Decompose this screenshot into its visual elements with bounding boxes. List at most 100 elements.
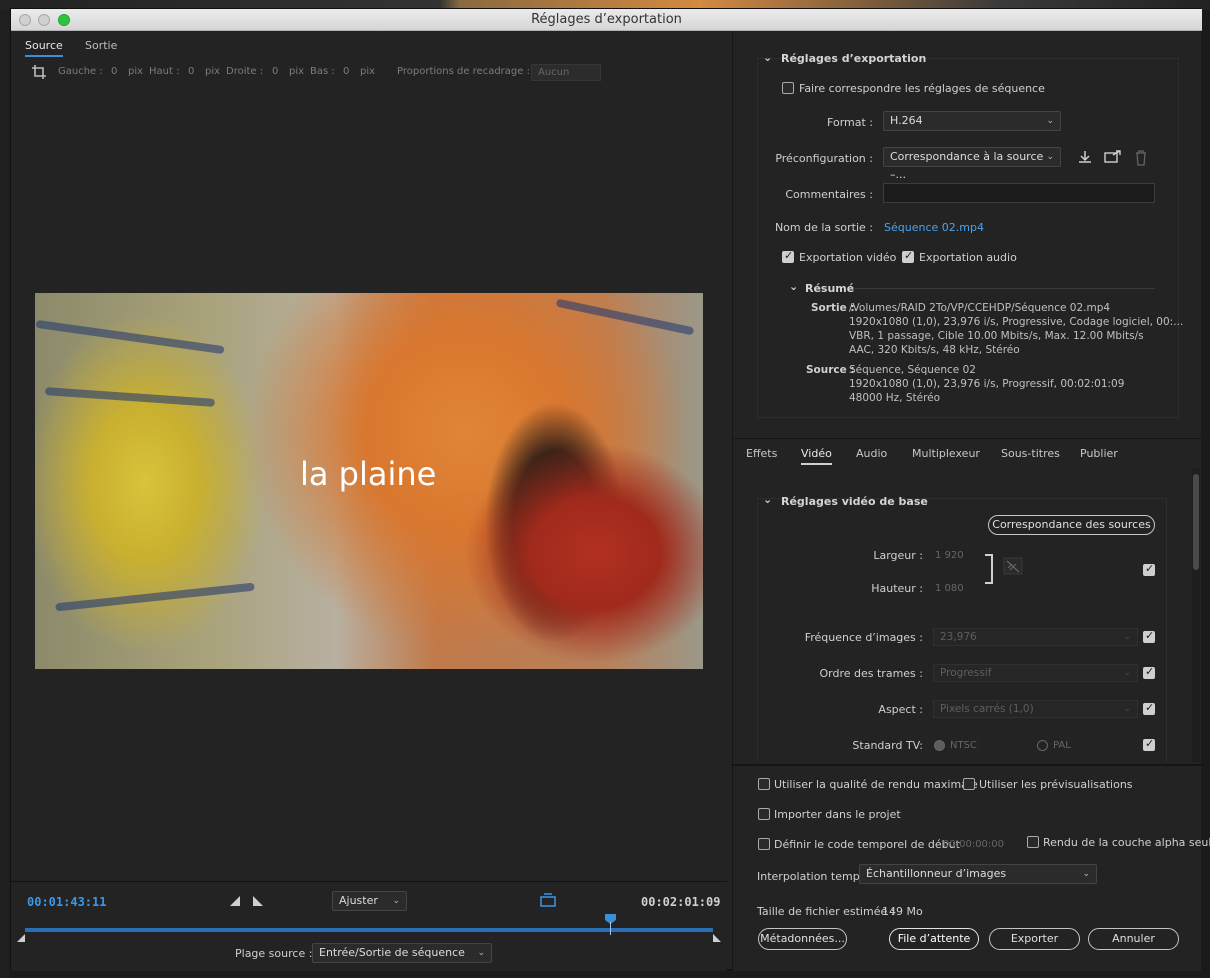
summary-output-line: AAC, 320 Kbits/s, 48 kHz, Stéréo (849, 344, 1020, 356)
start-timecode-value[interactable]: 00:00:00:00 (943, 839, 1004, 850)
chevron-down-icon[interactable]: ⌄ (763, 51, 772, 64)
format-select[interactable]: H.264 ⌄ (883, 111, 1061, 131)
settings-scrollbar[interactable] (1192, 468, 1200, 762)
import-project-checkbox[interactable] (758, 808, 770, 820)
preset-select[interactable]: Correspondance à la source –... ⌄ (883, 147, 1061, 181)
crop-icon[interactable] (31, 64, 47, 80)
tab-video[interactable]: Vidéo (801, 447, 832, 465)
mark-out-icon[interactable] (252, 895, 264, 907)
dimension-link-bracket (985, 554, 993, 584)
preview-blur-streak (35, 319, 225, 355)
crop-bottom-label: Bas : (310, 66, 335, 77)
cancel-button[interactable]: Annuler (1088, 928, 1179, 950)
frame-rate-label: Fréquence d’images : (804, 631, 923, 644)
export-button[interactable]: Exporter (989, 928, 1080, 950)
mark-in-icon[interactable] (229, 895, 241, 907)
crop-right-value[interactable]: 0 (272, 66, 278, 77)
field-order-value: Progressif (940, 667, 992, 679)
export-audio-checkbox[interactable] (902, 249, 914, 263)
safe-margins-icon[interactable] (539, 893, 557, 909)
source-range-label: Plage source : (235, 947, 313, 960)
export-settings-window: Réglages d’exportation Source Sortie Gau… (10, 8, 1210, 971)
match-sequence-checkbox[interactable] (782, 82, 794, 94)
preview-title-text: la plaine (300, 455, 437, 493)
output-name-link[interactable]: Séquence 02.mp4 (884, 221, 984, 234)
out-point-marker-icon[interactable] (712, 933, 722, 943)
file-size-value: 149 Mo (882, 905, 923, 918)
file-size-label: Taille de fichier estimée : (757, 905, 895, 918)
minimize-window-button[interactable] (38, 14, 50, 26)
time-interpolation-select[interactable]: Échantillonneur d’images ⌄ (859, 864, 1097, 884)
summary-source-text: Séquence, Séquence 02 1920x1080 (1,0), 2… (849, 363, 1124, 405)
summary-source-line: Séquence, Séquence 02 (849, 364, 976, 376)
timecode-in[interactable]: 00:01:43:11 (27, 895, 106, 909)
crop-unit: pix (128, 66, 144, 77)
crop-right-label: Droite : (226, 66, 264, 77)
export-video-label: Exportation vidéo (799, 251, 897, 264)
start-timecode-checkbox[interactable] (758, 838, 770, 850)
save-preset-icon[interactable] (1077, 150, 1093, 164)
close-window-button[interactable] (19, 14, 31, 26)
preview-blur-streak (44, 387, 216, 407)
chevron-down-icon: ⌄ (477, 948, 485, 958)
max-render-quality-label: Utiliser la qualité de rendu maximale (774, 778, 978, 791)
metadata-button[interactable]: Métadonnées... (758, 928, 847, 950)
use-previews-checkbox[interactable] (963, 778, 975, 790)
crop-ratio-select[interactable]: Aucun (531, 64, 601, 81)
in-point-marker-icon[interactable] (16, 933, 26, 943)
use-previews-label: Utiliser les prévisualisations (979, 778, 1133, 791)
tab-multiplexer[interactable]: Multiplexeur (912, 447, 980, 460)
tab-output[interactable]: Sortie (85, 39, 117, 52)
comments-input[interactable] (883, 183, 1155, 203)
height-value[interactable]: 1 080 (935, 583, 964, 594)
tv-standard-override-checkbox[interactable] (1143, 737, 1155, 751)
import-preset-icon[interactable] (1104, 150, 1122, 164)
crop-top-value[interactable]: 0 (188, 66, 194, 77)
crop-left-value[interactable]: 0 (111, 66, 117, 77)
ntsc-label: NTSC (950, 740, 977, 751)
chevron-down-icon[interactable]: ⌄ (763, 493, 772, 506)
pal-label: PAL (1053, 740, 1071, 751)
summary-title: Résumé (805, 282, 855, 295)
background-app-left (0, 10, 10, 978)
export-settings-title: Réglages d’exportation (781, 52, 927, 65)
video-preview: la plaine (35, 293, 703, 669)
tab-audio[interactable]: Audio (856, 447, 887, 460)
tab-captions[interactable]: Sous-titres (1001, 447, 1060, 460)
field-order-override-checkbox[interactable] (1143, 665, 1155, 679)
delete-preset-icon[interactable] (1134, 150, 1148, 166)
chevron-down-icon[interactable]: ⌄ (789, 280, 798, 293)
zoom-window-button[interactable] (58, 14, 70, 26)
timeline-bar: 00:01:43:11 Ajuster ⌄ 00:02:01:09 Plage s… (11, 881, 727, 971)
export-video-checkbox[interactable] (782, 249, 794, 263)
alpha-only-label: Rendu de la couche alpha seule (1043, 836, 1210, 849)
import-project-label: Importer dans le projet (774, 808, 901, 821)
field-order-select[interactable]: Progressif ⌄ (933, 664, 1138, 682)
source-range-select[interactable]: Entrée/Sortie de séquence ⌄ (312, 943, 492, 963)
preview-blur-streak (555, 298, 695, 336)
chevron-down-icon: ⌄ (1082, 869, 1090, 879)
basic-video-settings-title: Réglages vidéo de base (781, 495, 928, 508)
tab-source[interactable]: Source (25, 39, 63, 57)
crop-ratio-value: Aucun (538, 67, 570, 78)
frame-rate-select[interactable]: 23,976 ⌄ (933, 628, 1138, 646)
scrollbar-thumb[interactable] (1193, 474, 1199, 570)
aspect-select[interactable]: Pixels carrés (1,0) ⌄ (933, 700, 1138, 718)
max-render-quality-checkbox[interactable] (758, 778, 770, 790)
settings-pane: ⌄ Réglages d’exportation Faire correspon… (732, 32, 1210, 971)
match-source-button[interactable]: Correspondance des sources (988, 515, 1155, 535)
ntsc-radio[interactable] (934, 740, 945, 751)
width-value[interactable]: 1 920 (935, 550, 964, 561)
fit-zoom-select[interactable]: Ajuster ⌄ (332, 891, 407, 911)
tab-publish[interactable]: Publier (1080, 447, 1118, 460)
field-order-label: Ordre des trames : (819, 667, 924, 680)
frame-rate-override-checkbox[interactable] (1143, 629, 1155, 643)
aspect-override-checkbox[interactable] (1143, 701, 1155, 715)
alpha-only-checkbox[interactable] (1027, 836, 1039, 848)
queue-button[interactable]: File d’attente (889, 928, 979, 950)
pal-radio[interactable] (1037, 740, 1048, 751)
dimensions-override-checkbox[interactable] (1143, 562, 1155, 576)
chain-link-icon[interactable] (1003, 557, 1023, 575)
crop-bottom-value[interactable]: 0 (343, 66, 349, 77)
tab-effects[interactable]: Effets (746, 447, 777, 460)
